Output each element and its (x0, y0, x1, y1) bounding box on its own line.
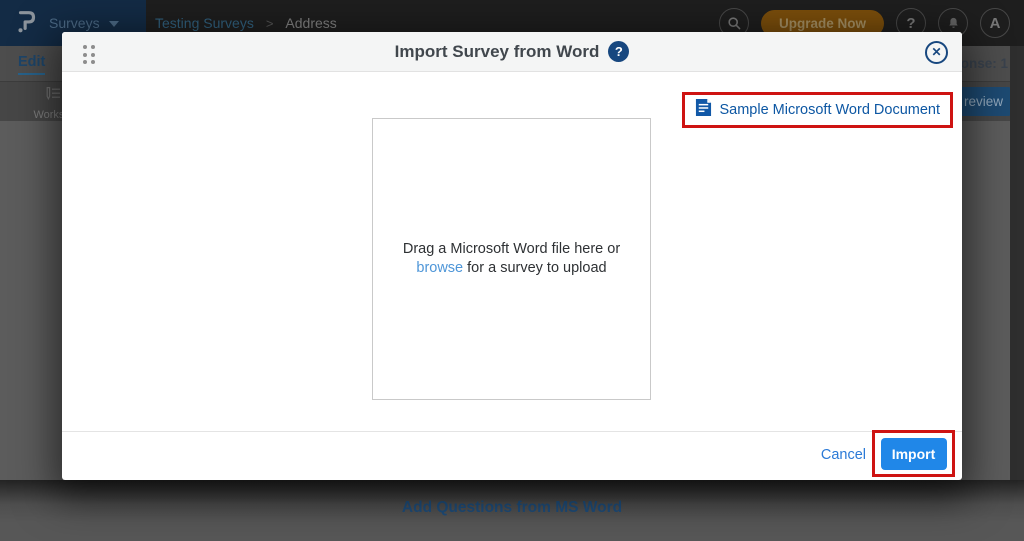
workspace-edit-icon (42, 86, 62, 107)
drag-handle-icon[interactable] (83, 45, 95, 64)
app-screen: Surveys Testing Surveys > Address Upgrad… (0, 0, 1024, 541)
browse-link[interactable]: browse (416, 260, 463, 276)
import-button[interactable]: Import (881, 438, 947, 470)
modal-title: Import Survey from Word (395, 42, 600, 62)
breadcrumb-parent-link[interactable]: Testing Surveys (155, 15, 254, 31)
annotation-box-sample: Sample Microsoft Word Document (682, 92, 953, 128)
proprofs-logo-icon (14, 6, 40, 41)
file-dropzone[interactable]: Drag a Microsoft Word file here or brows… (372, 118, 651, 400)
breadcrumb-current: Address (285, 15, 336, 31)
scrollbar-track[interactable] (1010, 46, 1024, 480)
modal-header: Import Survey from Word ? ✕ (62, 32, 962, 72)
dropzone-line2: for a survey to upload (463, 260, 606, 276)
surveys-menu-label: Surveys (49, 15, 100, 31)
import-survey-modal: Import Survey from Word ? ✕ Sample Micro… (62, 32, 962, 480)
annotation-box-import: Import (872, 430, 955, 477)
cancel-button[interactable]: Cancel (821, 447, 866, 463)
close-icon[interactable]: ✕ (925, 41, 948, 64)
avatar[interactable]: A (980, 8, 1010, 38)
dropzone-line1: Drag a Microsoft Word file here or (403, 241, 620, 257)
dropzone-instructions: Drag a Microsoft Word file here or brows… (403, 240, 620, 278)
modal-footer: Cancel Import (62, 431, 962, 480)
word-document-icon (695, 98, 712, 122)
page-bottom: Add Questions from MS Word (0, 480, 1024, 541)
breadcrumb-separator: > (266, 16, 274, 31)
chevron-down-icon (109, 21, 119, 27)
add-questions-ms-word-link[interactable]: Add Questions from MS Word (402, 499, 622, 517)
sample-word-document-link[interactable]: Sample Microsoft Word Document (719, 102, 940, 118)
tab-edit[interactable]: Edit (18, 54, 45, 75)
modal-help-icon[interactable]: ? (608, 41, 629, 62)
